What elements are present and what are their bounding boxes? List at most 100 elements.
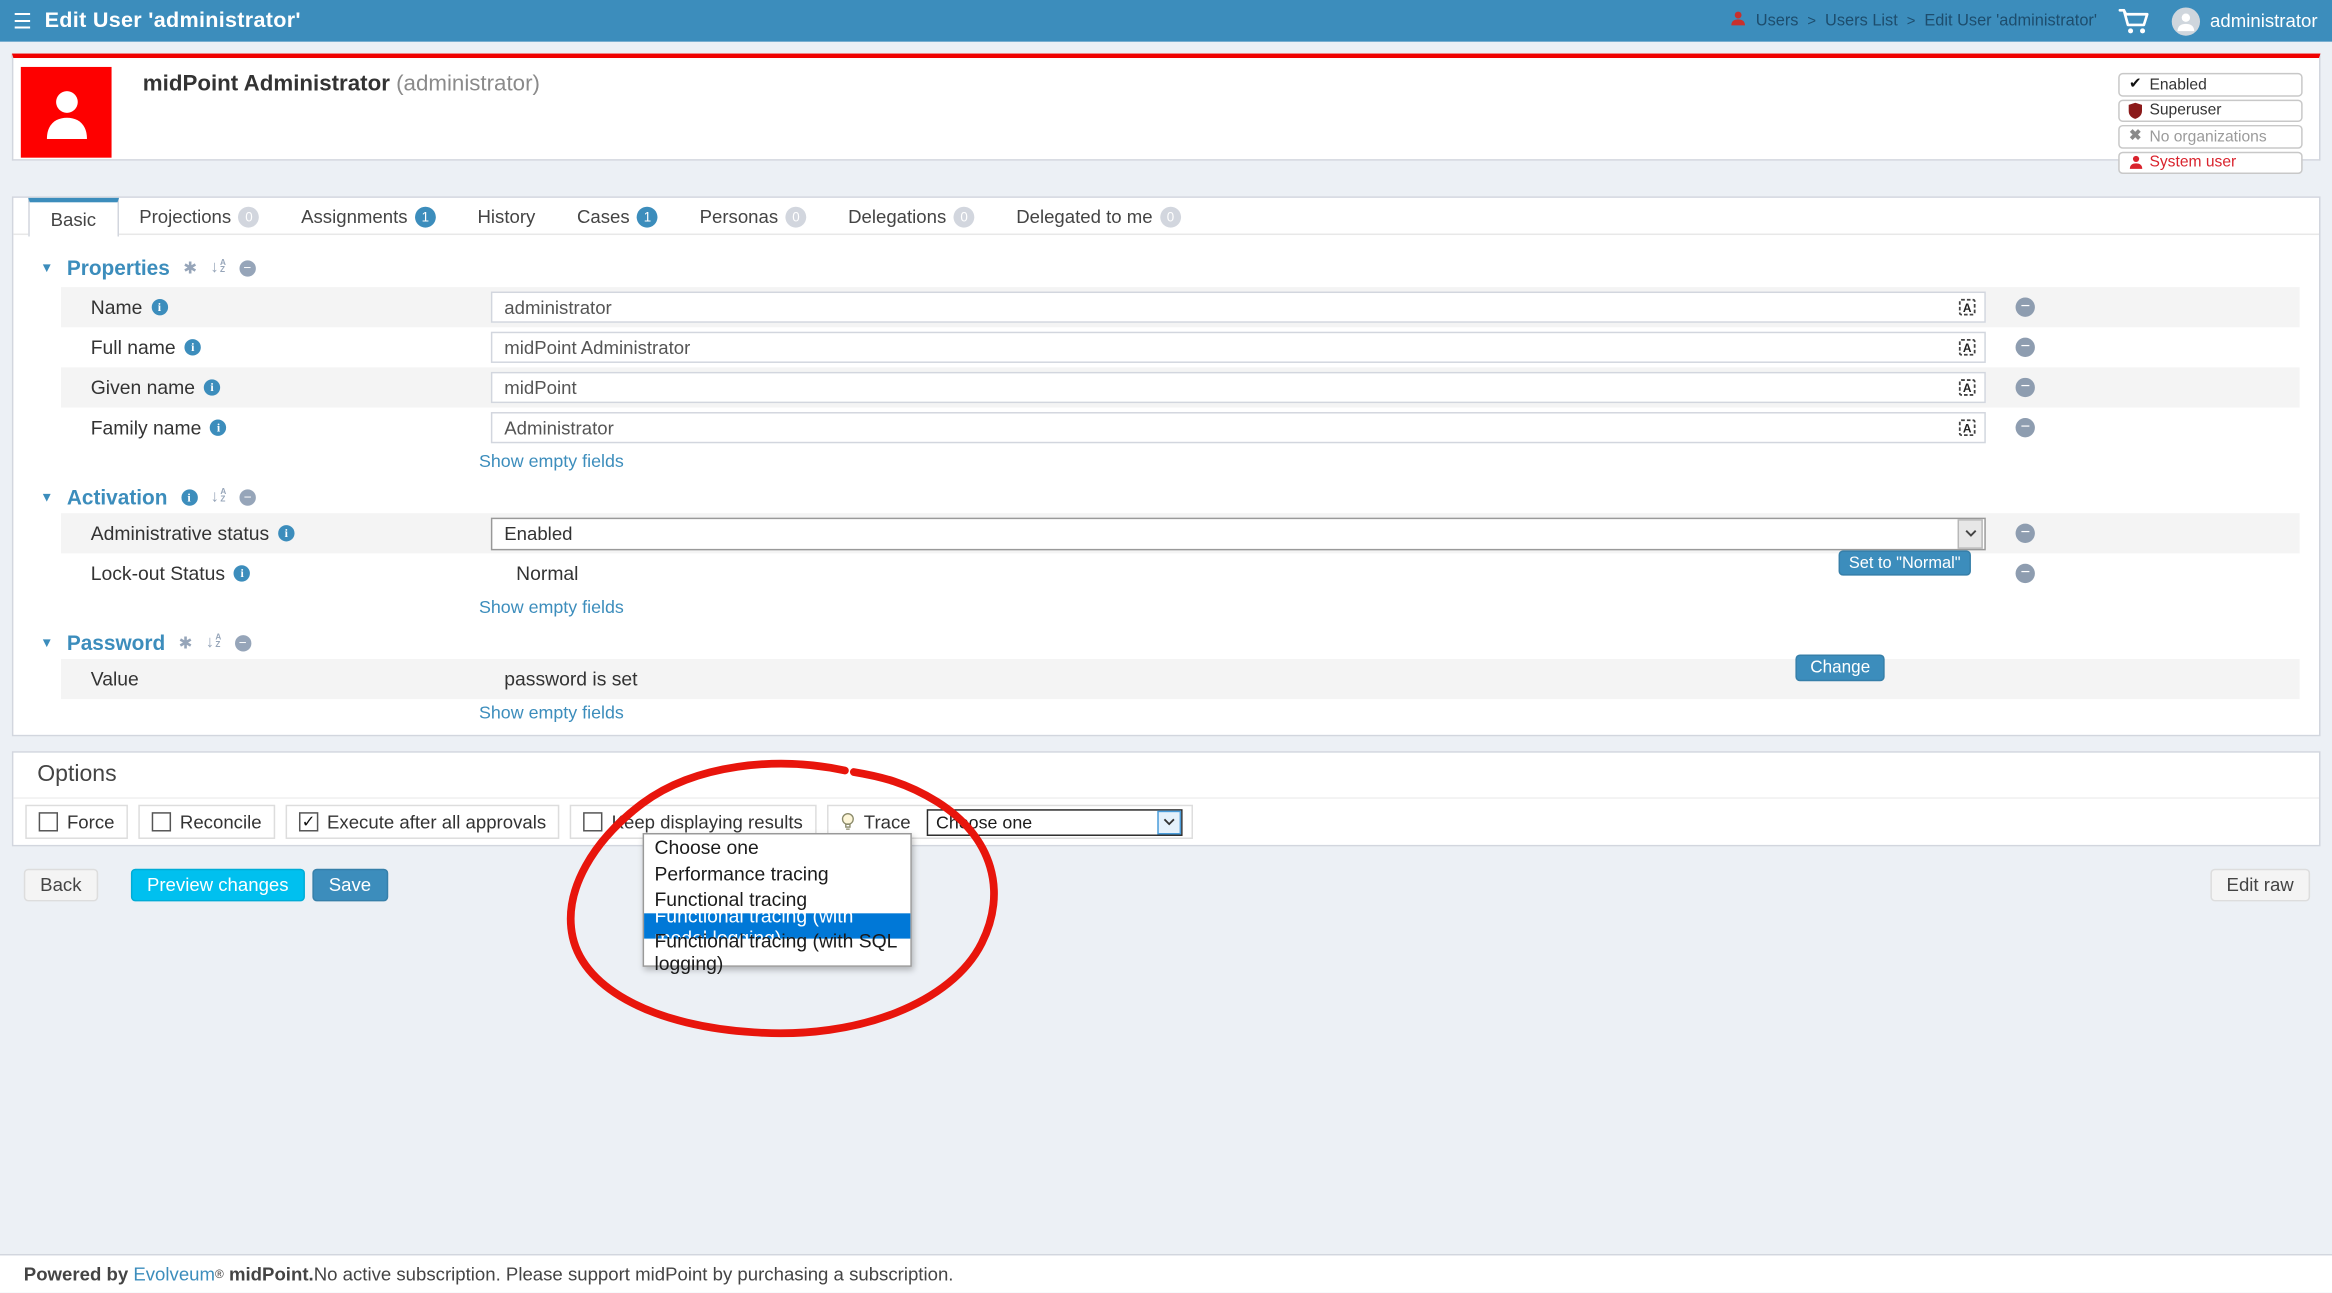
options-panel: Options Force Reconcile ✓ Execute after … — [12, 751, 2321, 846]
collapse-all-icon[interactable]: − — [235, 634, 251, 650]
svg-text:A: A — [1963, 341, 1972, 355]
tab-assignments[interactable]: Assignments1 — [280, 198, 456, 235]
collapse-all-icon[interactable]: − — [239, 260, 255, 276]
tab-personas[interactable]: Personas0 — [679, 198, 827, 235]
collapse-caret-icon[interactable]: ▼ — [40, 489, 53, 504]
tab-delegations[interactable]: Delegations0 — [827, 198, 995, 235]
polystring-language-icon[interactable]: A — [1958, 378, 1977, 405]
tab-label: Delegated to me — [1016, 206, 1152, 227]
tab-cases[interactable]: Cases1 — [556, 198, 679, 235]
info-icon[interactable]: i — [278, 525, 294, 541]
name-input[interactable] — [491, 292, 1986, 323]
info-icon[interactable]: i — [234, 565, 250, 581]
option-execute-after-approvals[interactable]: ✓ Execute after all approvals — [285, 805, 559, 839]
sort-alpha-icon[interactable]: ↓AZ — [210, 259, 226, 277]
tag-label: Superuser — [2149, 102, 2221, 120]
edit-raw-button[interactable]: Edit raw — [2210, 869, 2310, 902]
dropdown-option-choose-one[interactable]: Choose one — [644, 834, 910, 860]
remove-value-button[interactable]: − — [2016, 564, 2035, 583]
chevron-down-icon[interactable] — [1158, 810, 1182, 834]
tab-delegated-to-me[interactable]: Delegated to me0 — [995, 198, 1201, 235]
remove-value-button[interactable]: − — [2016, 418, 2035, 437]
collapse-caret-icon[interactable]: ▼ — [40, 635, 53, 650]
preview-changes-button[interactable]: Preview changes — [131, 869, 305, 902]
remove-value-button[interactable]: − — [2016, 378, 2035, 397]
breadcrumb-edit-user[interactable]: Edit User 'administrator' — [1924, 12, 2097, 30]
full-name-input[interactable] — [491, 332, 1986, 363]
user-icon — [38, 84, 95, 141]
field-label: Full name — [91, 336, 176, 358]
tab-badge: 1 — [415, 206, 436, 227]
given-name-input[interactable] — [491, 372, 1986, 403]
polystring-language-icon[interactable]: A — [1958, 338, 1977, 365]
page-title: Edit User 'administrator' — [45, 9, 301, 33]
show-empty-fields-link[interactable]: Show empty fields — [479, 596, 624, 617]
set-to-normal-button[interactable]: Set to "Normal" — [1838, 550, 1970, 575]
remove-value-button[interactable]: − — [2016, 524, 2035, 543]
breadcrumb: Users > Users List > Edit User 'administ… — [1730, 10, 2097, 31]
administrative-status-select[interactable]: Enabled — [491, 517, 1986, 550]
force-checkbox[interactable] — [39, 812, 58, 831]
sort-alpha-icon[interactable]: ↓AZ — [211, 488, 227, 506]
breadcrumb-users[interactable]: Users — [1756, 12, 1799, 30]
field-label: Administrative status — [91, 522, 269, 544]
tab-badge: 0 — [954, 206, 975, 227]
tab-bar: Basic Projections0 Assignments1 History … — [13, 198, 2319, 235]
activation-section-header[interactable]: ▼ Activation i ↓AZ − — [40, 483, 256, 510]
tab-basic[interactable]: Basic — [28, 198, 118, 237]
reconcile-checkbox[interactable] — [152, 812, 171, 831]
field-row-given-name: Given name i A − — [61, 367, 2300, 407]
check-icon: ✔ — [2127, 76, 2143, 92]
show-empty-fields-link[interactable]: Show empty fields — [479, 451, 624, 472]
option-label: Keep displaying results — [612, 811, 803, 832]
info-icon[interactable]: i — [204, 379, 220, 395]
back-button[interactable]: Back — [24, 869, 98, 902]
show-required-icon[interactable]: ✱ — [183, 258, 197, 277]
field-row-administrative-status: Administrative status i Enabled − — [61, 513, 2300, 553]
info-icon[interactable]: i — [185, 339, 201, 355]
info-icon[interactable]: i — [210, 419, 226, 435]
hamburger-menu-icon[interactable]: ☰ — [0, 8, 45, 33]
info-icon[interactable]: i — [181, 489, 197, 505]
keep-displaying-results-checkbox[interactable] — [583, 812, 602, 831]
tab-label: History — [477, 206, 535, 227]
lightbulb-icon — [840, 811, 855, 832]
user-display-name: midPoint Administrator (administrator) — [143, 71, 540, 96]
trace-select[interactable]: Choose one — [927, 808, 1183, 835]
password-section-header[interactable]: ▼ Password ✱ ↓AZ − — [40, 629, 251, 656]
change-password-button[interactable]: Change — [1795, 655, 1885, 682]
execute-after-approvals-checkbox[interactable]: ✓ — [299, 812, 318, 831]
polystring-language-icon[interactable]: A — [1958, 418, 1977, 445]
field-label: Given name — [91, 376, 195, 398]
family-name-input[interactable] — [491, 412, 1986, 443]
breadcrumb-users-list[interactable]: Users List — [1825, 12, 1898, 30]
edit-user-form-panel: Basic Projections0 Assignments1 History … — [12, 196, 2321, 736]
evolveum-link[interactable]: Evolveum — [133, 1264, 215, 1285]
collapse-all-icon[interactable]: − — [240, 489, 256, 505]
divider — [13, 797, 2319, 798]
info-icon[interactable]: i — [151, 299, 167, 315]
option-label: Execute after all approvals — [327, 811, 546, 832]
collapse-caret-icon[interactable]: ▼ — [40, 260, 53, 275]
tab-projections[interactable]: Projections0 — [118, 198, 280, 235]
show-required-icon[interactable]: ✱ — [179, 633, 193, 652]
option-force[interactable]: Force — [25, 805, 128, 839]
option-label: Force — [67, 811, 115, 832]
remove-value-button[interactable]: − — [2016, 338, 2035, 357]
chevron-down-icon[interactable] — [1958, 518, 1983, 548]
show-empty-fields-link[interactable]: Show empty fields — [479, 702, 624, 723]
tab-history[interactable]: History — [457, 198, 557, 235]
dropdown-option-functional-tracing-sql-logging[interactable]: Functional tracing (with SQL logging) — [644, 939, 910, 965]
save-button[interactable]: Save — [312, 869, 387, 902]
properties-section-header[interactable]: ▼ Properties ✱ ↓AZ − — [40, 254, 256, 281]
tag-label: Enabled — [2149, 75, 2206, 93]
subscription-message: No active subscription. Please support m… — [314, 1264, 954, 1285]
remove-value-button[interactable]: − — [2016, 298, 2035, 317]
sort-alpha-icon[interactable]: ↓AZ — [206, 634, 222, 652]
option-reconcile[interactable]: Reconcile — [138, 805, 275, 839]
dropdown-option-performance-tracing[interactable]: Performance tracing — [644, 861, 910, 887]
user-menu[interactable]: administrator — [2171, 7, 2317, 35]
cart-button[interactable] — [2118, 8, 2151, 33]
field-row-name: Namei A − — [61, 287, 2300, 327]
polystring-language-icon[interactable]: A — [1958, 298, 1977, 325]
